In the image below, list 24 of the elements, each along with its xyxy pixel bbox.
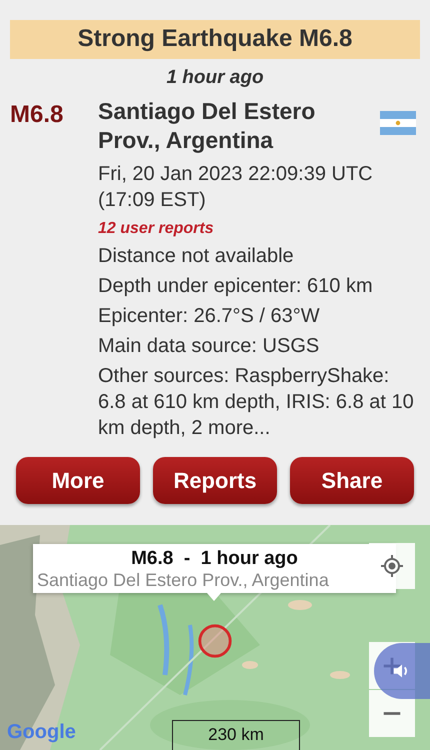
info-subtitle: Santiago Del Estero Prov., Argentina [37, 570, 330, 591]
detail-text: Epicenter: 26.7°S / 63°W [98, 304, 321, 329]
magnitude: M6.8 [10, 100, 64, 130]
action-button[interactable]: Reports [153, 457, 277, 504]
alert-banner: Strong Earthquake M6.8 [10, 20, 420, 59]
scale-bar: 230 km [172, 720, 300, 750]
accessibility-button[interactable] [374, 643, 430, 699]
date-time: Fri, 20 Jan 2023 22:09:39 UTC (17:09 EST) [98, 162, 374, 213]
user-reports-link[interactable]: 12 user reports [98, 217, 416, 241]
detail-text: Other sources: RaspberryShake: 6.8 at 610 km depth, IRIS: 6.8 at 10 km depth, 2 more... [98, 364, 415, 441]
epicenter-marker-icon [196, 622, 234, 660]
time-ago: 1 hour ago [165, 67, 265, 89]
action-button[interactable]: More [16, 457, 140, 504]
info-title: M6.8 - 1 hour ago [130, 548, 299, 570]
crosshair-icon [380, 554, 404, 578]
detail-text: Depth under epicenter: 610 km [98, 274, 374, 299]
detail-text: Main data source: USGS [98, 334, 320, 359]
place-title: Santiago Del Estero Prov., Argentina [98, 97, 316, 155]
google-logo: Google [7, 721, 76, 744]
info-window-pointer [207, 593, 221, 601]
flag-icon [380, 111, 416, 135]
action-button[interactable]: Share [290, 457, 414, 504]
minus-icon [381, 712, 403, 715]
detail-text: Distance not available [98, 244, 295, 269]
